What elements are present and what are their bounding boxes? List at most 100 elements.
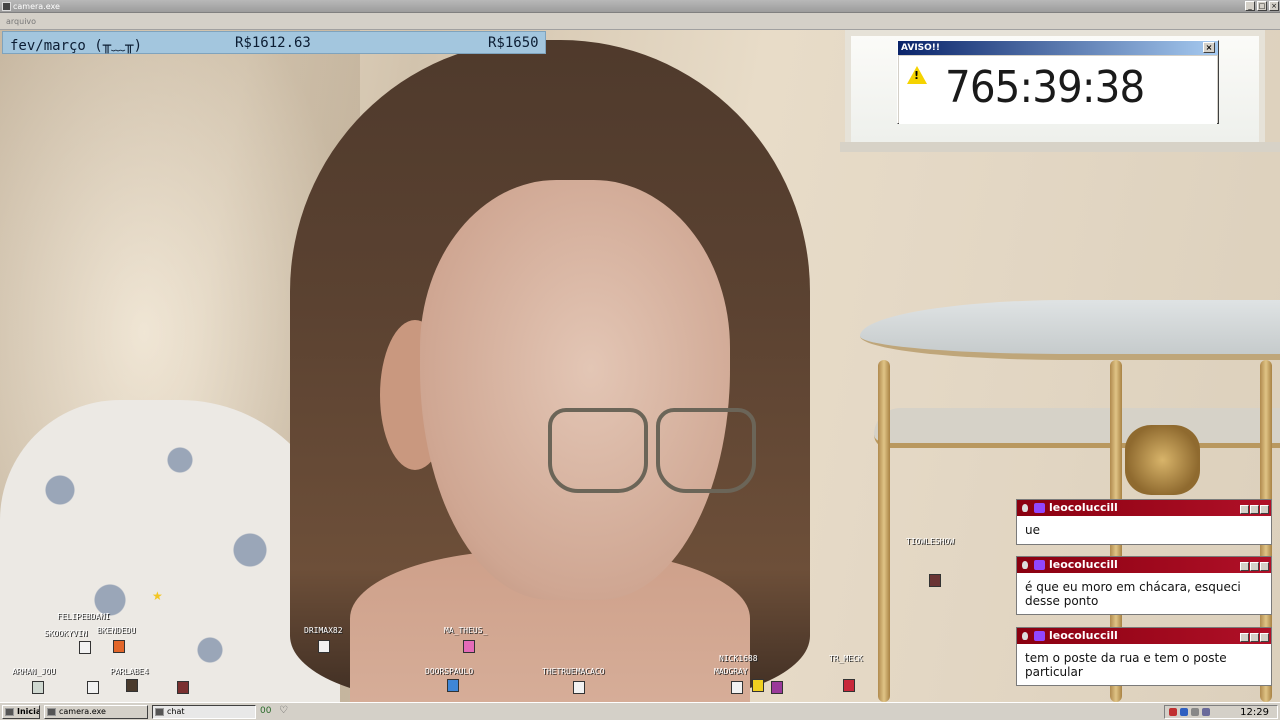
tray-icon[interactable] — [1169, 708, 1177, 716]
viewer-sprite — [752, 679, 764, 692]
viewer-sprite — [731, 681, 743, 694]
viewer-name: PARLABE4 — [110, 667, 149, 676]
viewer-name: THETRUEMACACO — [542, 667, 605, 676]
system-tray: 12:29 — [1164, 705, 1278, 719]
viewer-sprite — [463, 640, 475, 653]
app-icon — [47, 708, 56, 716]
viewer-sprite — [113, 640, 125, 653]
chat-message: ue — [1025, 523, 1040, 537]
viewer-name: FELIPEBDANI — [57, 612, 110, 621]
countdown-timer: 765:39:38 — [945, 62, 1145, 113]
clock: 12:29 — [1240, 707, 1269, 718]
user-avatar-icon — [1022, 504, 1028, 512]
chat-popup: leocoluccill tem o poste da rua e tem o … — [1016, 627, 1272, 686]
console-top — [860, 300, 1280, 360]
minimize-icon[interactable]: _ — [1245, 1, 1255, 11]
app-icon — [155, 708, 164, 716]
viewer-sprite — [573, 681, 585, 694]
window-title: camera.exe — [13, 2, 60, 11]
maximize-icon[interactable]: □ — [1257, 1, 1267, 11]
aviso-dialog: AVISO!! × 765:39:38 — [897, 40, 1219, 124]
heart-icon[interactable]: ♡ — [279, 705, 288, 716]
aviso-title: AVISO!! — [901, 43, 941, 53]
viewer-sprite — [843, 679, 855, 692]
chat-message: tem o poste da rua e tem o poste particu… — [1025, 651, 1227, 679]
close-icon[interactable]: × — [1269, 1, 1279, 11]
chat-username: leocoluccill — [1049, 501, 1118, 514]
twitch-badge-icon — [1034, 631, 1045, 641]
viewer-sprite — [79, 641, 91, 654]
warning-icon — [907, 66, 927, 84]
goal-target: R$1650 — [488, 35, 539, 51]
network-icon[interactable] — [1202, 708, 1210, 716]
taskbar: Iniciar camera.exe chat 00 ♡ 12:29 — [0, 702, 1280, 720]
viewer-name: SKOOKYVIN — [44, 629, 88, 638]
taskbar-item-chat[interactable]: chat — [152, 705, 256, 719]
viewer-name: NICK1688 — [719, 654, 758, 663]
viewer-name: ARMAN_JOU — [12, 667, 56, 676]
viewer-name: TIOWLESHOW — [906, 537, 955, 546]
console-leg — [878, 360, 890, 702]
goal-label: fev/março (╥﹏╥) — [10, 38, 143, 54]
aviso-titlebar[interactable]: AVISO!! × — [898, 41, 1218, 55]
chat-username: leocoluccill — [1049, 558, 1118, 571]
viewer-sprite — [447, 679, 459, 692]
viewer-sprite — [318, 640, 330, 653]
viewer-name: DRIMAX82 — [304, 626, 343, 635]
viewer-name: DOORSPAULO — [425, 667, 474, 676]
glasses-lens — [656, 408, 756, 493]
maximize-icon[interactable] — [1250, 505, 1259, 514]
start-label: Iniciar — [17, 707, 39, 716]
aviso-body: 765:39:38 — [899, 56, 1217, 124]
twitch-badge-icon — [1034, 560, 1045, 570]
minimize-icon[interactable] — [1240, 633, 1249, 642]
menu-bar: arquivo — [0, 13, 1280, 30]
console-shelf — [874, 408, 1280, 448]
viewer-sprite — [32, 681, 44, 694]
armchair — [0, 400, 340, 702]
quick-launch-text: 00 — [260, 706, 272, 716]
console-ornament — [1125, 425, 1200, 495]
viewer-sprite — [177, 681, 189, 694]
windows-logo-icon — [5, 708, 14, 716]
minimize-icon[interactable] — [1240, 562, 1249, 571]
app-icon — [2, 2, 11, 11]
close-icon[interactable] — [1260, 633, 1269, 642]
glasses — [548, 408, 758, 498]
chat-popup: leocoluccill é que eu moro em chácara, e… — [1016, 556, 1272, 615]
window-sill — [840, 142, 1280, 152]
chat-popup-titlebar[interactable]: leocoluccill — [1017, 557, 1271, 573]
chat-popup-titlebar[interactable]: leocoluccill — [1017, 628, 1271, 644]
user-avatar-icon — [1022, 561, 1028, 569]
tray-icon[interactable] — [1180, 708, 1188, 716]
viewer-sprite — [126, 679, 138, 692]
volume-icon[interactable] — [1191, 708, 1199, 716]
close-icon[interactable] — [1260, 562, 1269, 571]
taskbar-item-label: camera.exe — [59, 707, 106, 716]
maximize-icon[interactable] — [1250, 633, 1259, 642]
donation-goal-bar: fev/março (╥﹏╥) R$1612.63 R$1650 — [2, 31, 546, 54]
viewer-sprite — [87, 681, 99, 694]
user-avatar-icon — [1022, 632, 1028, 640]
close-icon[interactable]: × — [1203, 42, 1215, 53]
viewer-name: TR_MECK — [829, 654, 863, 663]
viewer-name: MA_THEUS_ — [444, 626, 488, 635]
star-icon: ★ — [152, 589, 163, 603]
chat-popup-titlebar[interactable]: leocoluccill — [1017, 500, 1271, 516]
chat-username: leocoluccill — [1049, 629, 1118, 642]
maximize-icon[interactable] — [1250, 562, 1259, 571]
viewer-name: MADGRAY — [714, 667, 748, 676]
taskbar-item-camera[interactable]: camera.exe — [44, 705, 148, 719]
taskbar-item-label: chat — [167, 707, 185, 716]
goal-current: R$1612.63 — [235, 35, 311, 51]
minimize-icon[interactable] — [1240, 505, 1249, 514]
close-icon[interactable] — [1260, 505, 1269, 514]
menu-arquivo[interactable]: arquivo — [6, 17, 36, 26]
viewer-sprite — [771, 681, 783, 694]
window-titlebar[interactable]: camera.exe _ □ × — [0, 0, 1280, 13]
start-button[interactable]: Iniciar — [2, 705, 40, 719]
chat-message: é que eu moro em chácara, esqueci desse … — [1025, 580, 1241, 608]
twitch-badge-icon — [1034, 503, 1045, 513]
viewer-sprite — [929, 574, 941, 587]
streamer-face — [420, 180, 730, 600]
